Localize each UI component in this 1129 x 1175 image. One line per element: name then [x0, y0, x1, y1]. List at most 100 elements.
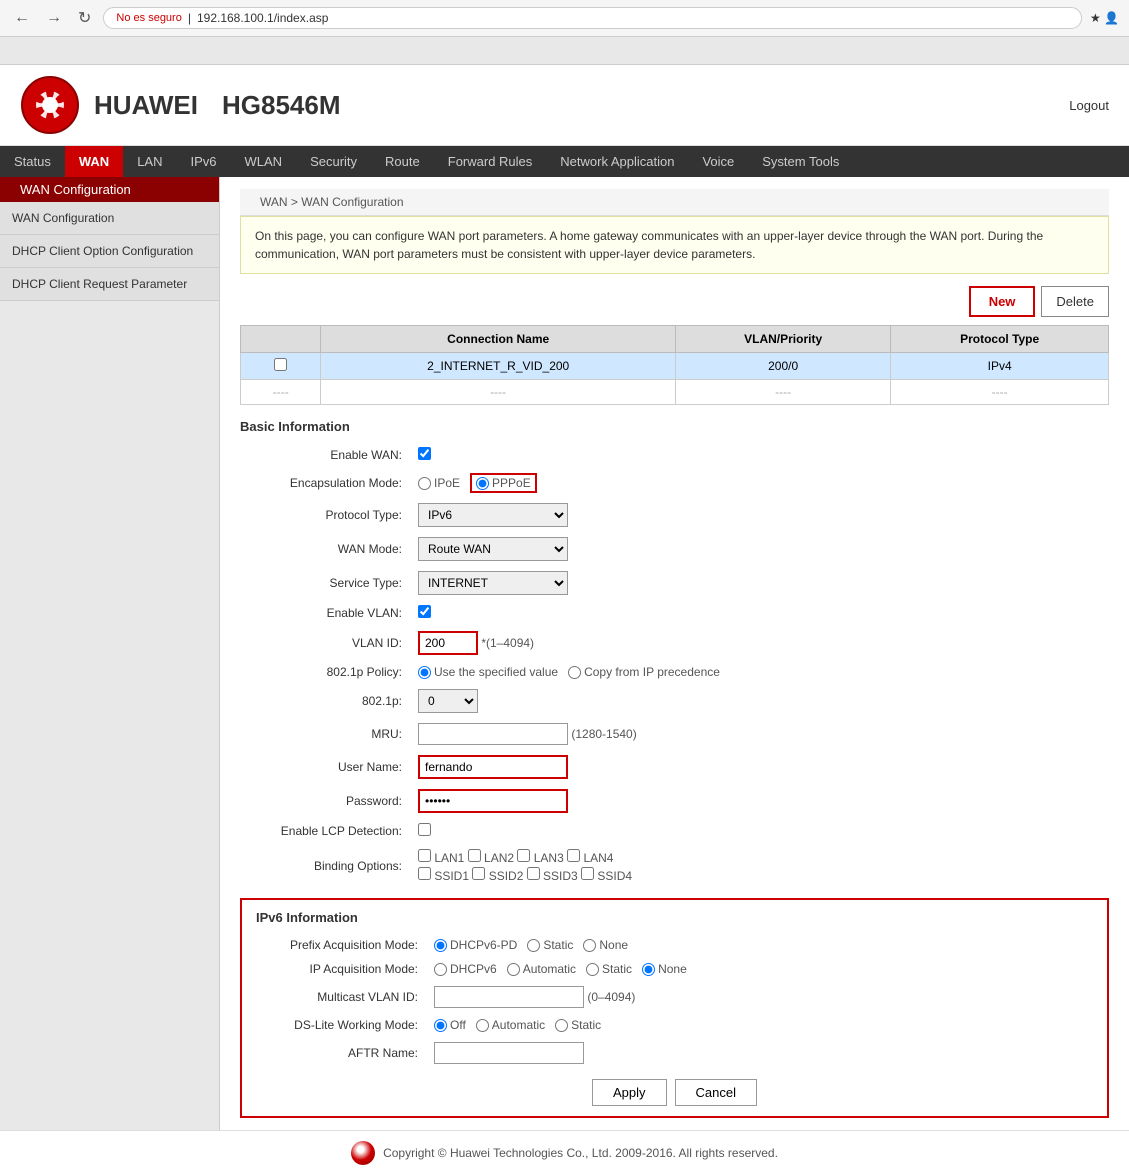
ip-static-radio[interactable] — [586, 963, 599, 976]
nav-item-network-application[interactable]: Network Application — [546, 146, 688, 177]
ipv6-form: Prefix Acquisition Mode: DHCPv6-PD Stati… — [256, 933, 1093, 1069]
nav-item-lan[interactable]: LAN — [123, 146, 176, 177]
lan4-label[interactable]: LAN4 — [567, 851, 613, 865]
table-row[interactable]: 2_INTERNET_R_VID_200 200/0 IPv4 — [241, 353, 1109, 380]
ssid2-checkbox[interactable] — [472, 867, 485, 880]
service-type-select[interactable]: INTERNET TR069 OTHER — [418, 571, 568, 595]
multicast-vlan-input[interactable] — [434, 986, 584, 1008]
enable-vlan-checkbox[interactable] — [418, 605, 431, 618]
ds-static-radio[interactable] — [555, 1019, 568, 1032]
delete-button[interactable]: Delete — [1041, 286, 1109, 317]
automatic-radio-label[interactable]: Automatic — [507, 962, 576, 976]
enable-wan-label: Enable WAN: — [240, 442, 410, 468]
encapsulation-radio-group: IPoE PPPoE — [418, 473, 1101, 493]
ds-static-radio-label[interactable]: Static — [555, 1018, 601, 1032]
nav-item-security[interactable]: Security — [296, 146, 371, 177]
ds-automatic-radio-label[interactable]: Automatic — [476, 1018, 545, 1032]
row-checkbox-cell[interactable] — [241, 353, 321, 380]
apply-button[interactable]: Apply — [592, 1079, 667, 1106]
reload-button[interactable]: ↻ — [74, 6, 95, 30]
aftr-input[interactable] — [434, 1042, 584, 1064]
binding-options-label: Binding Options: — [240, 844, 410, 888]
ssid4-checkbox[interactable] — [581, 867, 594, 880]
mru-input[interactable] — [418, 723, 568, 745]
forward-button[interactable]: → — [42, 7, 66, 29]
back-button[interactable]: ← — [10, 7, 34, 29]
sidebar-item-dhcp-option[interactable]: DHCP Client Option Configuration — [0, 235, 219, 268]
pppoe-radio-label[interactable]: PPPoE — [470, 473, 537, 493]
nav-item-forward-rules[interactable]: Forward Rules — [434, 146, 547, 177]
nav-item-ipv6[interactable]: IPv6 — [177, 146, 231, 177]
lan2-checkbox[interactable] — [468, 849, 481, 862]
encapsulation-value: IPoE PPPoE — [410, 468, 1109, 498]
nav-item-status[interactable]: Status — [0, 146, 65, 177]
sidebar-item-wan-config[interactable]: WAN Configuration — [0, 202, 219, 235]
prefix-static-radio-label[interactable]: Static — [527, 938, 573, 952]
protocol-type-select[interactable]: IPv4 IPv6 IPv4/IPv6 — [418, 503, 568, 527]
copy-ip-radio-label[interactable]: Copy from IP precedence — [568, 665, 720, 679]
use-specified-radio[interactable] — [418, 666, 431, 679]
nav-item-wlan[interactable]: WLAN — [231, 146, 297, 177]
sidebar-item-dhcp-request[interactable]: DHCP Client Request Parameter — [0, 268, 219, 301]
new-button[interactable]: New — [969, 286, 1036, 317]
enable-wan-checkbox[interactable] — [418, 447, 431, 460]
nav-item-system-tools[interactable]: System Tools — [748, 146, 853, 177]
lan1-checkbox[interactable] — [418, 849, 431, 862]
vlan-id-row: VLAN ID: *(1–4094) — [240, 626, 1109, 660]
cancel-button[interactable]: Cancel — [675, 1079, 757, 1106]
lan2-label[interactable]: LAN2 — [468, 851, 514, 865]
prefix-none-radio-label[interactable]: None — [583, 938, 628, 952]
username-value — [410, 750, 1109, 784]
lan3-checkbox[interactable] — [517, 849, 530, 862]
address-bar[interactable]: No es seguro | 192.168.100.1/index.asp — [103, 7, 1082, 29]
ds-off-radio-label[interactable]: Off — [434, 1018, 466, 1032]
prefix-none-radio[interactable] — [583, 939, 596, 952]
multicast-vlan-value: (0–4094) — [426, 981, 1093, 1013]
ip-static-radio-label[interactable]: Static — [586, 962, 632, 976]
use-specified-radio-label[interactable]: Use the specified value — [418, 665, 558, 679]
vlan-id-input[interactable] — [418, 631, 478, 655]
insecure-label: No es seguro — [116, 12, 181, 24]
dhcpv6pd-radio[interactable] — [434, 939, 447, 952]
wan-mode-select[interactable]: Route WAN Bridge WAN — [418, 537, 568, 561]
page-container: HUAWEI HG8546M Logout Status WAN LAN IPv… — [0, 65, 1129, 1175]
lan4-checkbox[interactable] — [567, 849, 580, 862]
ds-off-radio[interactable] — [434, 1019, 447, 1032]
ssid1-checkbox[interactable] — [418, 867, 431, 880]
pppoe-radio[interactable] — [476, 477, 489, 490]
lan1-label[interactable]: LAN1 — [418, 851, 464, 865]
dhcpv6-radio-label[interactable]: DHCPv6 — [434, 962, 497, 976]
nav-item-voice[interactable]: Voice — [688, 146, 748, 177]
ssid4-label[interactable]: SSID4 — [581, 869, 632, 883]
ipoe-radio[interactable] — [418, 477, 431, 490]
dhcpv6pd-radio-label[interactable]: DHCPv6-PD — [434, 938, 517, 952]
row-checkbox[interactable] — [274, 358, 287, 371]
ip-none-radio[interactable] — [642, 963, 655, 976]
ip-none-radio-label[interactable]: None — [642, 962, 687, 976]
nav-item-route[interactable]: Route — [371, 146, 434, 177]
ssid1-label[interactable]: SSID1 — [418, 869, 469, 883]
ssid3-label[interactable]: SSID3 — [527, 869, 578, 883]
connection-table: Connection Name VLAN/Priority Protocol T… — [240, 325, 1109, 405]
automatic-radio[interactable] — [507, 963, 520, 976]
multicast-vlan-row: Multicast VLAN ID: (0–4094) — [256, 981, 1093, 1013]
dhcpv6-radio[interactable] — [434, 963, 447, 976]
nav-item-wan[interactable]: WAN — [65, 146, 123, 177]
page-header: HUAWEI HG8546M Logout — [0, 65, 1129, 146]
ssid3-checkbox[interactable] — [527, 867, 540, 880]
enable-lcp-checkbox[interactable] — [418, 823, 431, 836]
dot1p-policy-label: 802.1p Policy: — [240, 660, 410, 684]
copy-ip-radio[interactable] — [568, 666, 581, 679]
prefix-static-radio[interactable] — [527, 939, 540, 952]
ds-automatic-radio[interactable] — [476, 1019, 489, 1032]
logout-button[interactable]: Logout — [1069, 98, 1109, 113]
footer-text: Copyright © Huawei Technologies Co., Ltd… — [383, 1146, 778, 1160]
password-input[interactable] — [418, 789, 568, 813]
extension-bar — [0, 37, 1129, 65]
ds-off-label: Off — [450, 1018, 466, 1032]
ssid2-label[interactable]: SSID2 — [472, 869, 523, 883]
username-input[interactable] — [418, 755, 568, 779]
lan3-label[interactable]: LAN3 — [517, 851, 563, 865]
ipoe-radio-label[interactable]: IPoE — [418, 476, 460, 490]
dot1p-select[interactable]: 0 1 2 3 — [418, 689, 478, 713]
